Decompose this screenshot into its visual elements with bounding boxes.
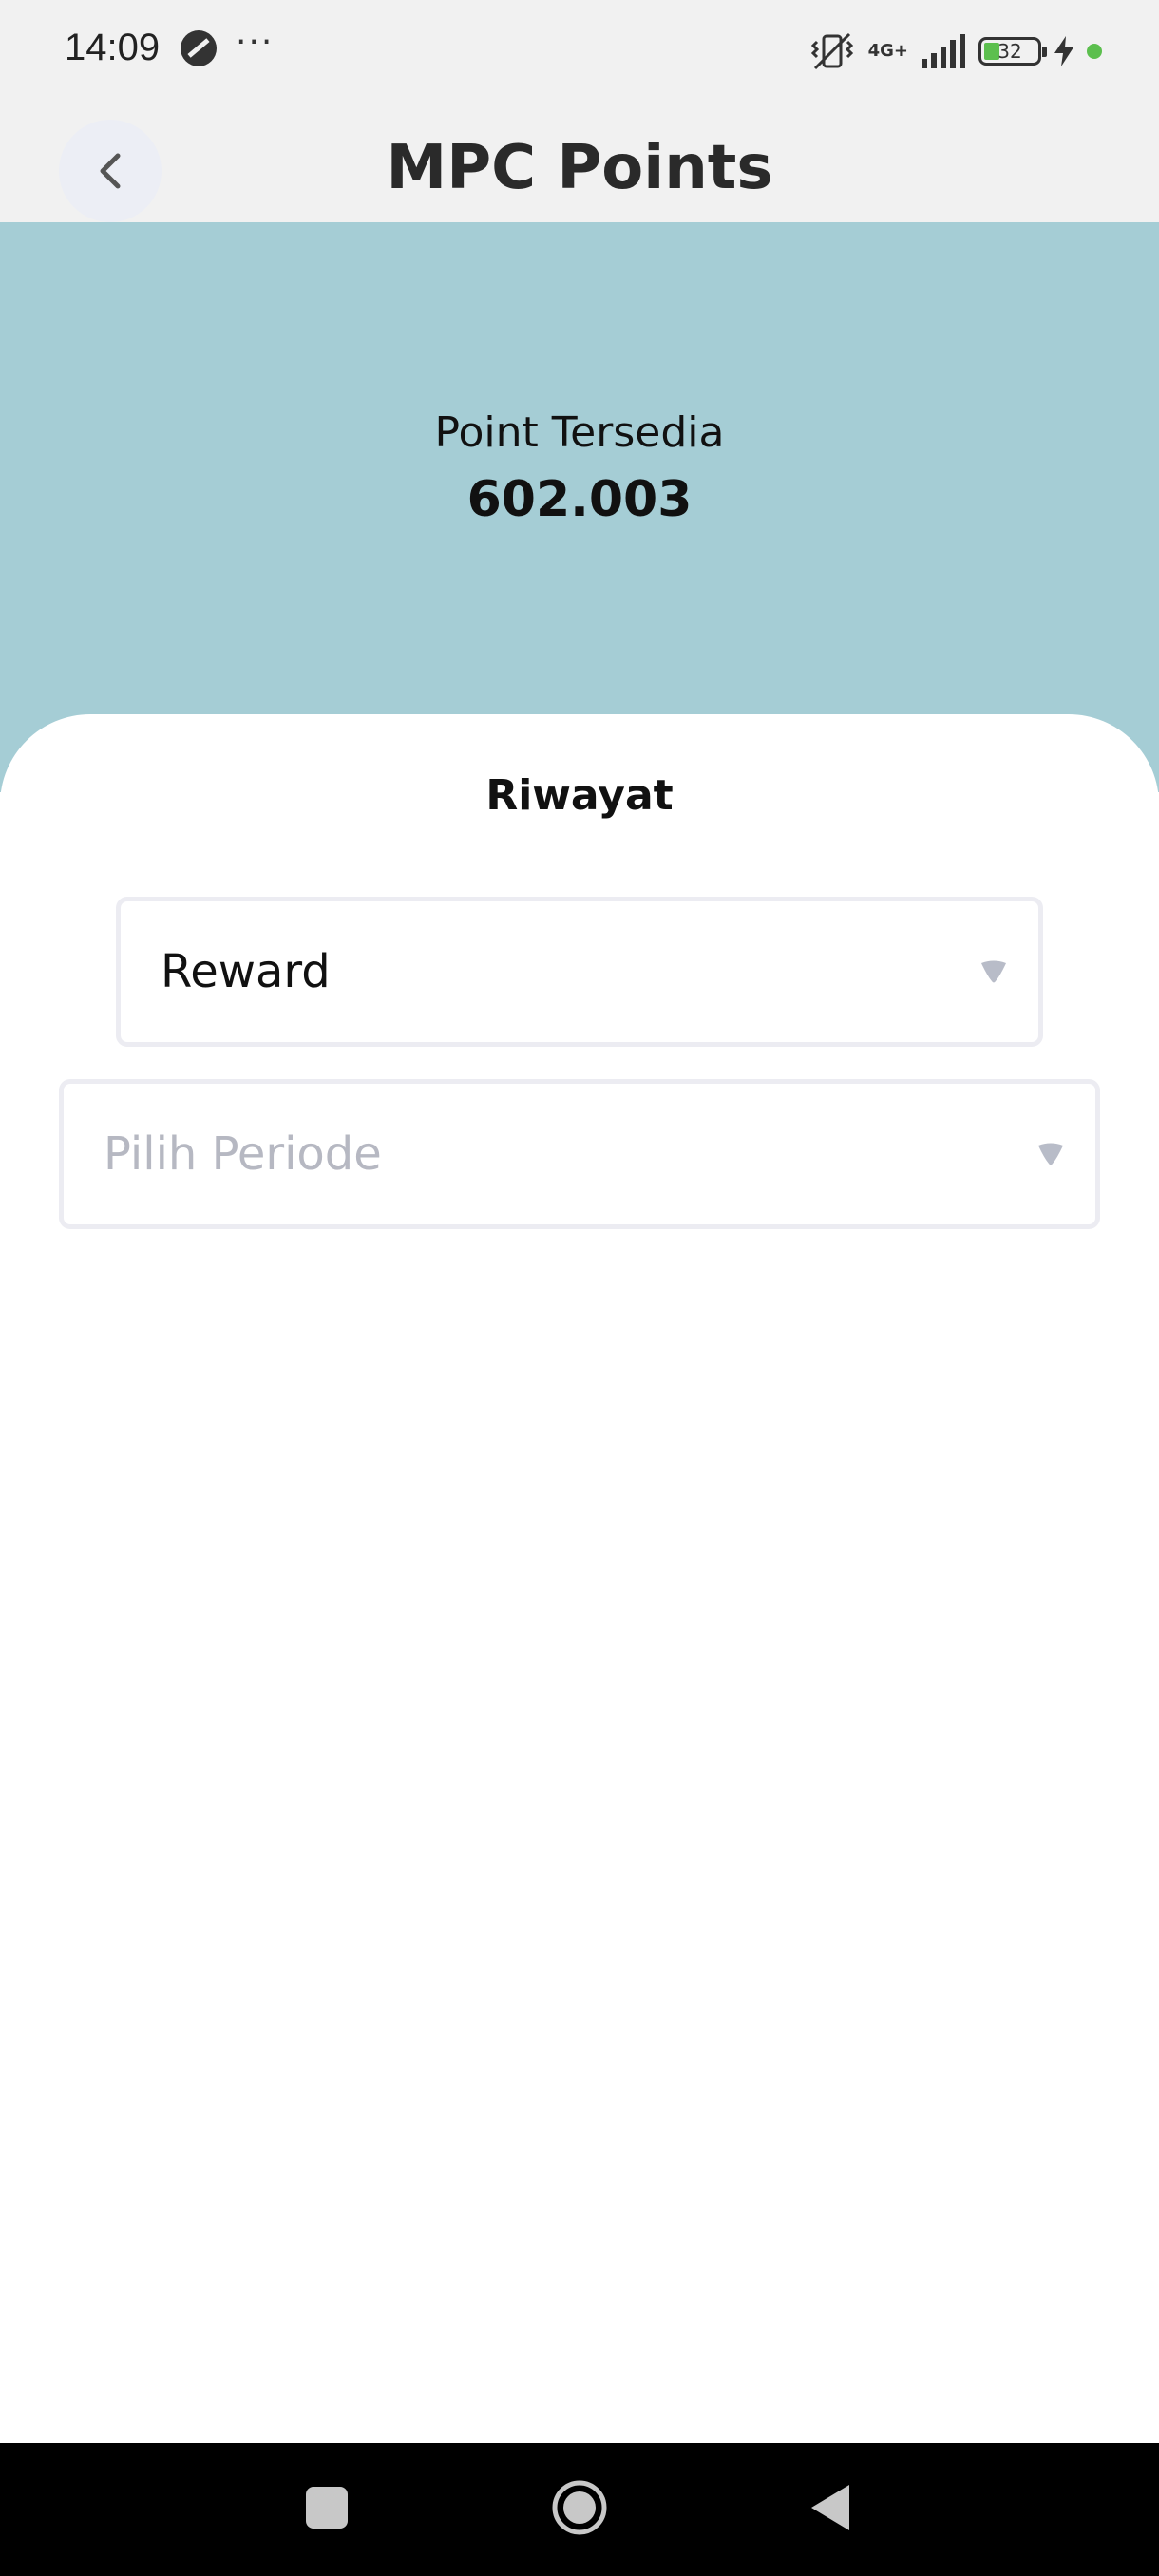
tab-riwayat[interactable]: Riwayat	[142, 771, 1016, 919]
points-label: Point Tersedia	[434, 408, 725, 457]
points-value: 602.003	[466, 471, 693, 528]
points-summary: Point Tersedia 602.003	[0, 222, 1159, 792]
system-nav-bar	[0, 2443, 1159, 2576]
battery-icon: 32	[978, 37, 1047, 66]
home-button[interactable]	[551, 2479, 608, 2536]
more-notifications-icon: ···	[236, 23, 275, 62]
battery-level: 32	[998, 40, 1022, 63]
status-icons: 4G+ 32	[809, 28, 1102, 74]
period-placeholder: Pilih Periode	[104, 1127, 382, 1181]
tab-label: Riwayat	[485, 771, 674, 820]
recents-button[interactable]	[306, 2487, 348, 2529]
app-header: MPC Points	[0, 104, 1159, 222]
reward-type-value: Reward	[161, 945, 331, 998]
period-select[interactable]: Pilih Periode	[59, 1079, 1100, 1229]
caret-down-icon	[981, 960, 1006, 983]
charging-icon	[1054, 36, 1074, 66]
app-notification-icon	[180, 30, 217, 66]
status-bar: 14:09 ··· 4G+ 32	[0, 0, 1159, 104]
privacy-indicator-dot	[1087, 44, 1102, 59]
status-time: 14:09	[65, 27, 161, 68]
vibrate-mute-icon	[810, 32, 853, 70]
network-type-label: 4G+	[867, 41, 908, 61]
page-title: MPC Points	[386, 133, 773, 203]
reward-type-select[interactable]: Reward	[116, 897, 1043, 1047]
caret-down-icon	[1038, 1143, 1063, 1165]
nav-back-button[interactable]	[809, 2483, 851, 2532]
signal-icon	[922, 34, 965, 68]
